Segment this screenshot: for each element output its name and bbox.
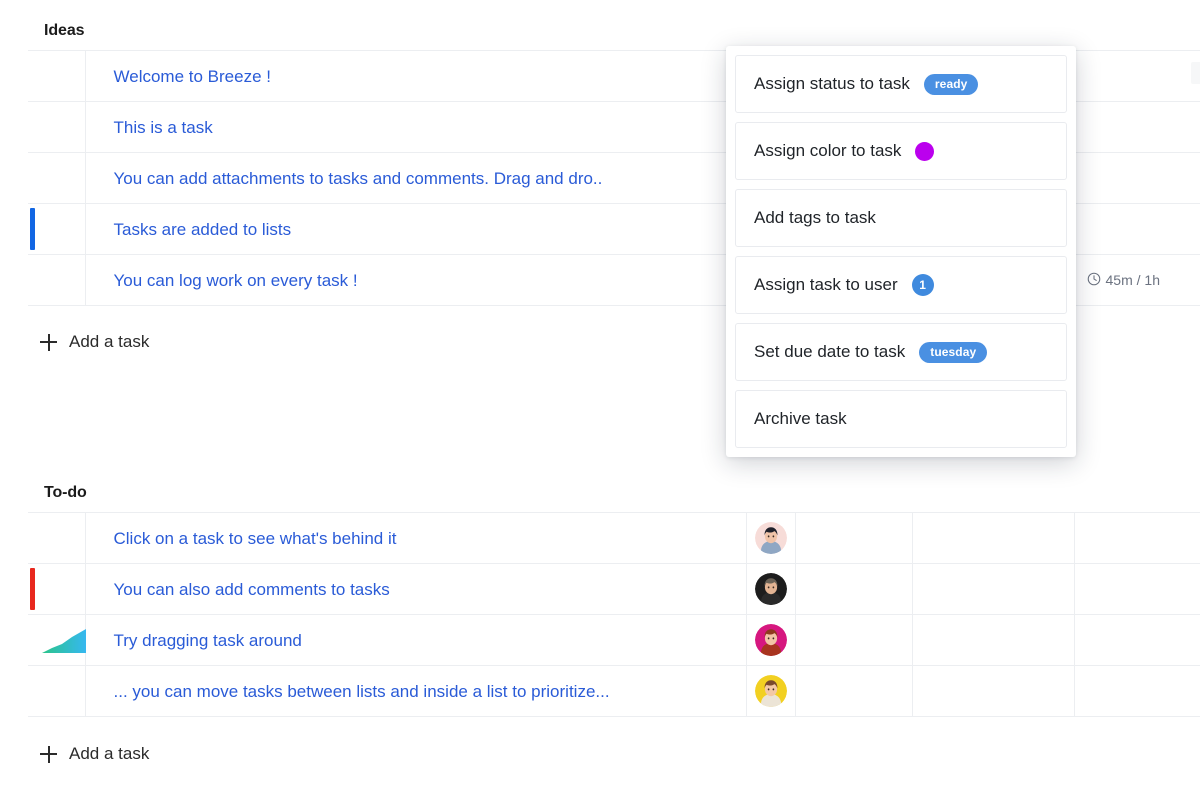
task-title-cell: You can log work on every task !	[85, 255, 746, 306]
row-marker-cell	[28, 564, 85, 615]
row-marker-cell	[28, 102, 85, 153]
task-title-cell: This is a task	[85, 102, 746, 153]
status-badge[interactable]: tuesday	[919, 342, 987, 363]
row-marker-cell	[28, 204, 85, 255]
table-row[interactable]: Click on a task to see what's behind it	[28, 513, 1200, 564]
meta-cell-1[interactable]	[795, 564, 912, 615]
priority-flag-bar[interactable]	[30, 568, 35, 610]
avatar[interactable]	[755, 573, 787, 605]
meta-cell-3[interactable]	[1074, 153, 1200, 204]
add-task-label: Add a task	[69, 332, 149, 352]
row-marker-cell	[28, 255, 85, 306]
avatar[interactable]	[755, 675, 787, 707]
table-row[interactable]: You can also add comments to tasks	[28, 564, 1200, 615]
table-row[interactable]: ... you can move tasks between lists and…	[28, 666, 1200, 717]
meta-cell-2[interactable]	[912, 615, 1074, 666]
popup-menu-item-label: Set due date to task	[754, 342, 905, 362]
row-marker-cell	[28, 513, 85, 564]
row-marker-cell	[28, 666, 85, 717]
meta-cell-3[interactable]	[1074, 102, 1200, 153]
assignee-cell[interactable]	[746, 564, 795, 615]
popup-menu-item[interactable]: Archive task	[735, 390, 1067, 448]
task-table: Click on a task to see what's behind itY…	[28, 512, 1200, 717]
task-list-section-todo: To-do Click on a task to see what's behi…	[0, 484, 1200, 768]
time-log-value[interactable]: 45m / 1h	[1075, 272, 1200, 289]
assignee-cell[interactable]	[746, 615, 795, 666]
priority-flag-bar[interactable]	[30, 208, 35, 250]
task-title-cell: Click on a task to see what's behind it	[85, 513, 746, 564]
task-actions-popup: Assign status to task ready Assign color t…	[726, 46, 1076, 457]
meta-cell-1[interactable]	[795, 513, 912, 564]
meta-cell-3[interactable]	[1074, 51, 1200, 102]
section-title: To-do	[0, 484, 1200, 502]
avatar[interactable]	[755, 522, 787, 554]
task-title-cell: ... you can move tasks between lists and…	[85, 666, 746, 717]
add-task-button-todo[interactable]: Add a task	[0, 744, 149, 764]
popup-menu-item-label: Assign task to user	[754, 275, 898, 295]
add-task-button-ideas[interactable]: Add a task	[0, 332, 149, 352]
table-row[interactable]: Try dragging task around	[28, 615, 1200, 666]
add-task-label: Add a task	[69, 744, 149, 764]
plus-icon	[40, 746, 57, 763]
task-title-cell: You can also add comments to tasks	[85, 564, 746, 615]
row-marker-cell	[28, 615, 85, 666]
assignee-count-badge[interactable]: 1	[912, 274, 934, 296]
task-title-link[interactable]: Try dragging task around	[86, 616, 746, 665]
row-marker-cell	[28, 153, 85, 204]
popup-menu-item[interactable]: Add tags to task	[735, 189, 1067, 247]
popup-menu-item-label: Assign color to task	[754, 141, 901, 161]
popup-menu-item[interactable]: Assign task to user 1	[735, 256, 1067, 314]
meta-cell-2[interactable]	[912, 564, 1074, 615]
task-title-link[interactable]: This is a task	[86, 103, 746, 152]
color-swatch-icon[interactable]	[915, 142, 934, 161]
progress-sparkline-icon	[40, 627, 88, 655]
popup-menu-item[interactable]: Assign status to task ready	[735, 55, 1067, 113]
task-title-link[interactable]: Tasks are added to lists	[86, 205, 746, 254]
assignee-cell[interactable]	[746, 513, 795, 564]
meta-cell-3[interactable]	[1074, 204, 1200, 255]
task-title-cell: Try dragging task around	[85, 615, 746, 666]
popup-menu-item[interactable]: Assign color to task	[735, 122, 1067, 180]
status-badge[interactable]: ready	[924, 74, 979, 95]
breeze-board-screen: Ideas Welcome to Breeze !This is a taskY…	[0, 0, 1200, 800]
task-title-link[interactable]: You can add attachments to tasks and com…	[86, 154, 746, 203]
popup-menu-item-label: Assign status to task	[754, 74, 910, 94]
edge-partial-widget	[1191, 62, 1200, 84]
time-log-text: 45m / 1h	[1106, 272, 1160, 288]
meta-cell-2[interactable]	[912, 666, 1074, 717]
assignee-cell[interactable]	[746, 666, 795, 717]
meta-cell-1[interactable]	[795, 615, 912, 666]
task-title-link[interactable]: You can log work on every task !	[86, 256, 746, 305]
popup-menu-item-label: Archive task	[754, 409, 847, 429]
meta-cell-3[interactable]: 45m / 1h	[1074, 255, 1200, 306]
task-title-link[interactable]: You can also add comments to tasks	[86, 565, 746, 614]
meta-cell-2[interactable]	[912, 513, 1074, 564]
task-title-cell: Tasks are added to lists	[85, 204, 746, 255]
clock-icon	[1087, 272, 1101, 289]
meta-cell-1[interactable]	[795, 666, 912, 717]
row-marker-cell	[28, 51, 85, 102]
plus-icon	[40, 334, 57, 351]
task-title-link[interactable]: Click on a task to see what's behind it	[86, 514, 746, 563]
section-title: Ideas	[0, 22, 1200, 40]
avatar[interactable]	[755, 624, 787, 656]
meta-cell-3[interactable]	[1074, 564, 1200, 615]
meta-cell-3[interactable]	[1074, 615, 1200, 666]
task-title-link[interactable]: ... you can move tasks between lists and…	[86, 667, 746, 716]
popup-menu-item[interactable]: Set due date to task tuesday	[735, 323, 1067, 381]
task-title-cell: You can add attachments to tasks and com…	[85, 153, 746, 204]
meta-cell-3[interactable]	[1074, 666, 1200, 717]
popup-menu-item-label: Add tags to task	[754, 208, 876, 228]
task-title-cell: Welcome to Breeze !	[85, 51, 746, 102]
task-title-link[interactable]: Welcome to Breeze !	[86, 52, 746, 101]
meta-cell-3[interactable]	[1074, 513, 1200, 564]
